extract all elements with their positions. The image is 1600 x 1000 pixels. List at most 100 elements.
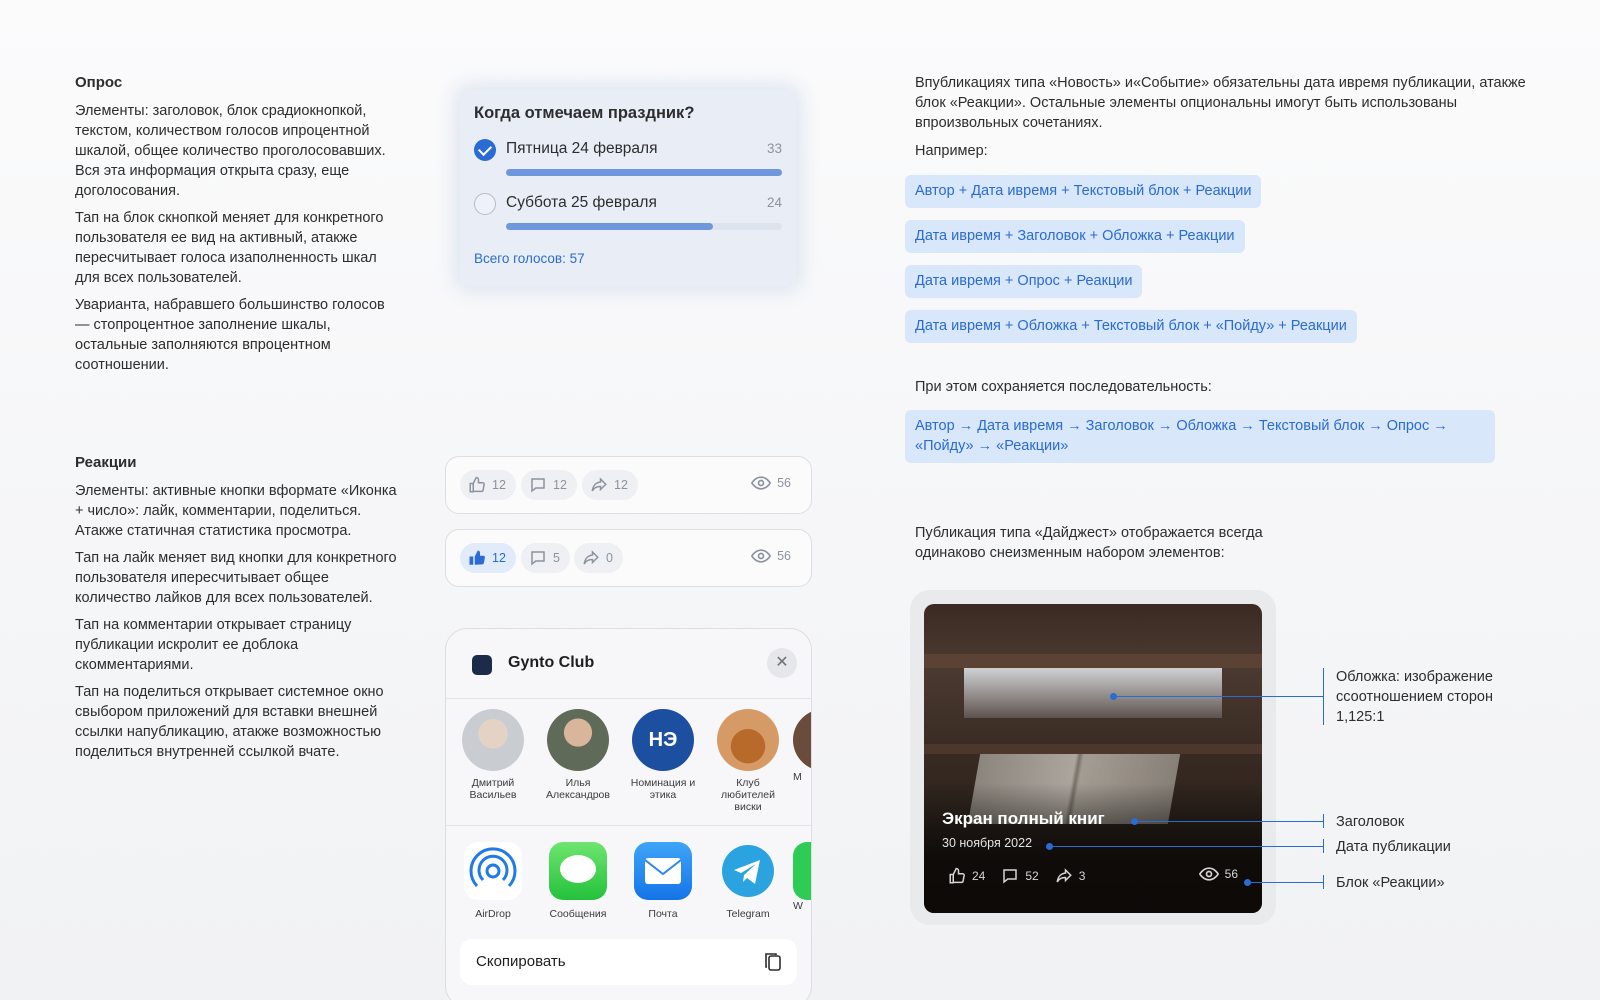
app-name: Telegram [726, 908, 770, 920]
airdrop-icon [464, 842, 522, 900]
cover-image-shelf [924, 654, 1262, 668]
contact-name: М [793, 771, 802, 783]
share-apps-row[interactable]: AirDrop Сообщения Почта Telegram W [446, 842, 811, 932]
poll-paragraph: Уварианта, набравшего большинство голосо… [75, 297, 385, 373]
like-button[interactable]: 12 [460, 470, 516, 500]
annotation-line [1050, 846, 1324, 847]
copy-link-button[interactable]: Скопировать [460, 939, 797, 985]
poll-paragraph: Элементы: заголовок, блок срадиокнопкой,… [75, 103, 386, 199]
share-app-messages[interactable]: Сообщения [538, 842, 618, 920]
like-count: 12 [492, 478, 506, 492]
share-contact[interactable]: Илья Александров [538, 709, 618, 801]
reactions-paragraph: Тап на комментарии открывает страницу пу… [75, 617, 352, 673]
annotation-bracket [1323, 875, 1324, 889]
share-contact[interactable]: НЭ Номинация и этика [623, 709, 703, 801]
share-arrow-icon [591, 477, 607, 492]
annotation-line [1114, 696, 1324, 697]
date-annotation: Дата публикации [1336, 839, 1451, 855]
thumbs-up-icon [469, 476, 485, 493]
share-button[interactable]: 0 [574, 543, 623, 573]
comments-button[interactable]: 12 [521, 470, 577, 500]
cover-image-shelf [924, 744, 1262, 754]
annotation-line [1248, 882, 1324, 883]
poll-option-count: 24 [766, 195, 782, 210]
share-app-mail[interactable]: Почта [623, 842, 703, 920]
poll-option-count: 33 [766, 141, 782, 156]
example-combination: Дата ивремя + Обложка + Текстовый блок +… [905, 310, 1357, 343]
like-count: 12 [492, 551, 506, 565]
comments-count: 5 [553, 551, 560, 565]
contact-name: Клуб любителей виски [721, 777, 775, 813]
poll-option-label: Суббота 25 февраля [506, 194, 657, 211]
digest-card[interactable]: Экран полный книг 30 ноября 2022 24 52 3… [924, 604, 1262, 913]
example-label: Например: [915, 143, 988, 159]
example-combination: Дата ивремя + Опрос + Реакции [905, 265, 1143, 298]
share-button[interactable]: 3 [1055, 867, 1085, 885]
share-app-telegram[interactable]: Telegram [708, 842, 788, 920]
avatar: НЭ [632, 709, 694, 771]
share-contact[interactable]: М [793, 709, 811, 783]
whatsapp-icon [793, 842, 811, 900]
reactions-bar-liked: 12 5 0 56 [445, 529, 812, 587]
views-count: 56 [777, 476, 791, 490]
reactions-annotation: Блок «Реакции» [1336, 875, 1445, 891]
poll-option[interactable]: Суббота 25 февраля 24 [474, 191, 782, 245]
radio-checked-icon[interactable] [474, 139, 496, 161]
share-sheet: Gynto Club ✕ Дмитрий Васильев Илья Алекс… [445, 628, 812, 1000]
annotation-bracket [1323, 814, 1324, 828]
share-button[interactable]: 12 [582, 470, 638, 500]
reactions-paragraph: Тап на поделиться открывает системное ок… [75, 684, 384, 760]
share-sheet-title: Gynto Club [508, 654, 595, 671]
views-stat: 56 [751, 476, 791, 490]
share-arrow-icon [1056, 868, 1072, 883]
poll-option[interactable]: Пятница 24 февраля 33 [474, 137, 782, 191]
views-count: 56 [1224, 867, 1238, 881]
reactions-section-title: Реакции [75, 454, 137, 471]
thumbs-up-filled-icon [469, 550, 485, 565]
thumbs-up-icon [949, 867, 965, 884]
app-name: Почта [648, 908, 678, 920]
poll-description: Опрос Элементы: заголовок, блок срадиокн… [75, 73, 400, 382]
club-logo-icon [472, 655, 492, 675]
poll-progress-track [506, 169, 782, 176]
avatar [462, 709, 524, 771]
like-button[interactable]: 24 [948, 867, 985, 885]
comments-button[interactable]: 52 [1001, 867, 1039, 885]
comments-button[interactable]: 5 [521, 543, 570, 573]
like-button-active[interactable]: 12 [460, 543, 516, 573]
radio-unchecked-icon[interactable] [474, 193, 496, 215]
messages-icon [549, 842, 607, 900]
share-contacts-row[interactable]: Дмитрий Васильев Илья Александров НЭ Ном… [446, 709, 811, 821]
views-stat: 56 [1198, 867, 1238, 881]
share-app-whatsapp[interactable]: W [793, 842, 811, 912]
divider [446, 825, 811, 826]
mail-icon [634, 842, 692, 900]
example-combination: Автор + Дата ивремя + Текстовый блок + Р… [905, 175, 1262, 208]
share-app-airdrop[interactable]: AirDrop [453, 842, 533, 920]
close-button[interactable]: ✕ [767, 648, 797, 678]
share-count: 0 [606, 551, 613, 565]
poll-option-label: Пятница 24 февраля [506, 140, 658, 157]
reactions-description: Реакции Элементы: активные кнопки вформа… [75, 453, 400, 769]
sequence-line: «Пойду» → «Реакции» [915, 438, 1069, 454]
eye-icon [1198, 867, 1219, 881]
app-name: W [793, 900, 803, 912]
views-count: 56 [777, 549, 791, 563]
poll-card: Когда отмечаем праздник? Пятница 24 февр… [460, 90, 796, 286]
reactions-paragraph: Элементы: активные кнопки вформате «Икон… [75, 483, 397, 539]
poll-progress-fill [506, 223, 713, 230]
digest-headline: Экран полный книг [942, 809, 1105, 828]
reactions-paragraph: Тап на лайк меняет вид кнопки для конкре… [75, 550, 397, 606]
telegram-icon [719, 842, 777, 900]
contact-name: Илья Александров [546, 777, 610, 801]
copy-label: Скопировать [476, 953, 566, 970]
share-sheet-header: Gynto Club ✕ [446, 629, 811, 699]
share-contact[interactable]: Клуб любителей виски [708, 709, 788, 813]
poll-total-votes: Всего голосов: 57 [474, 251, 585, 266]
publication-rules-text: Впубликациях типа «Новость» и«Событие» о… [915, 75, 1526, 131]
share-contact[interactable]: Дмитрий Васильев [453, 709, 533, 801]
digest-reactions[interactable]: 24 52 3 [948, 867, 1101, 885]
comment-icon [531, 551, 545, 566]
sequence-line: Автор → Дата ивремя → Заголовок → Обложк… [915, 418, 1448, 434]
cover-image-light [964, 668, 1222, 718]
